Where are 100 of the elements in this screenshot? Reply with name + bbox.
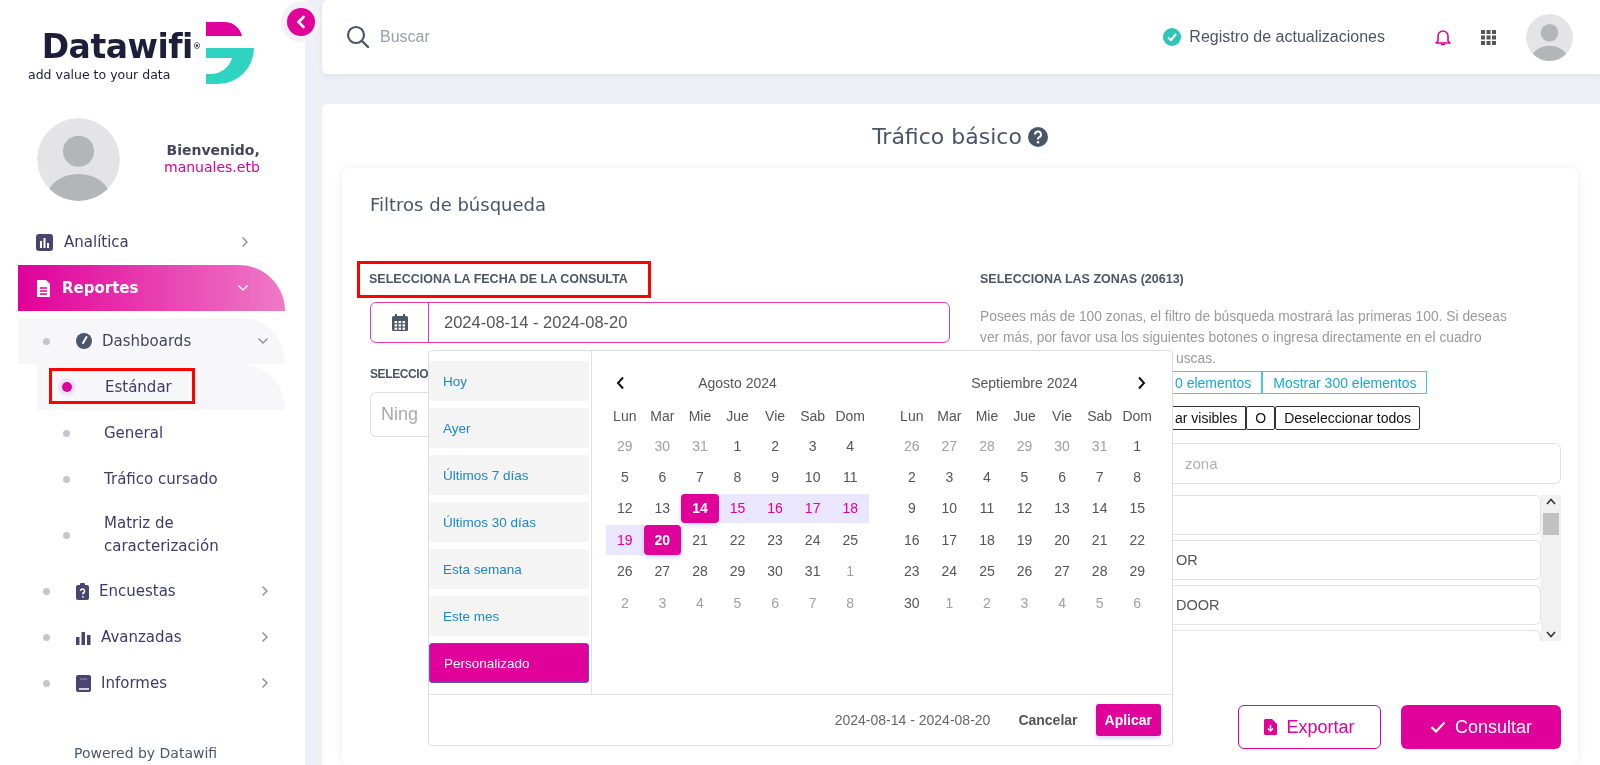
calendar-day[interactable]: 20 bbox=[1043, 525, 1081, 555]
calendar-day[interactable]: 27 bbox=[1043, 556, 1081, 586]
calendar-day[interactable]: 14 bbox=[1080, 493, 1119, 524]
calendar-day[interactable]: 21 bbox=[681, 525, 719, 555]
calendar-day[interactable]: 14 bbox=[681, 493, 719, 524]
range-option[interactable]: Ayer bbox=[429, 408, 589, 448]
calendar-day[interactable]: 4 bbox=[831, 431, 869, 461]
calendar-day[interactable]: 22 bbox=[718, 525, 757, 555]
nav-item[interactable]: Tráfico cursado bbox=[37, 456, 285, 502]
calendar-day[interactable]: 4 bbox=[968, 462, 1006, 492]
range-option[interactable]: Personalizado bbox=[429, 643, 589, 683]
nav-item[interactable]: Analítica bbox=[18, 219, 285, 265]
calendar-day[interactable]: 10 bbox=[930, 493, 969, 524]
calendar-day[interactable]: 19 bbox=[1005, 525, 1044, 555]
nav-item[interactable]: Matriz de caracterización bbox=[37, 502, 285, 568]
nav-item[interactable]: General bbox=[37, 410, 285, 456]
calendar-day[interactable]: 17 bbox=[793, 493, 832, 524]
calendar-day[interactable]: 15 bbox=[1118, 493, 1156, 524]
calendar-day[interactable]: 2 bbox=[893, 462, 931, 492]
calendar-day[interactable]: 13 bbox=[643, 493, 682, 524]
nav-item[interactable]: Encuestas bbox=[18, 568, 285, 614]
calendar-day[interactable]: 1 bbox=[1118, 431, 1156, 461]
calendar-day[interactable]: 24 bbox=[793, 525, 832, 555]
calendar-day[interactable]: 7 bbox=[1080, 462, 1119, 492]
export-button[interactable]: Exportar bbox=[1238, 705, 1381, 749]
select-field[interactable]: Ning bbox=[370, 392, 428, 437]
calendar-day[interactable]: 9 bbox=[893, 493, 931, 524]
calendar-day[interactable]: 3 bbox=[930, 462, 969, 492]
apps-grid-icon[interactable] bbox=[1481, 29, 1496, 45]
calendar-day[interactable]: 8 bbox=[1118, 462, 1156, 492]
calendar-day[interactable]: 23 bbox=[756, 525, 794, 555]
calendar-day[interactable]: 16 bbox=[756, 493, 794, 524]
calendar-day[interactable]: 28 bbox=[1080, 556, 1119, 586]
calendar-day[interactable]: 20 bbox=[643, 525, 682, 555]
calendar-day[interactable]: 18 bbox=[968, 525, 1006, 555]
calendar-day[interactable]: 8 bbox=[718, 462, 757, 492]
calendar-day[interactable]: 24 bbox=[930, 556, 969, 586]
scrollbar[interactable] bbox=[1541, 495, 1561, 641]
apply-button[interactable]: Aplicar bbox=[1095, 704, 1161, 736]
selection-button[interactable]: ar visibles bbox=[1173, 406, 1247, 430]
calendar-day[interactable]: 3 bbox=[793, 431, 832, 461]
help-icon[interactable] bbox=[1027, 126, 1048, 147]
calendar-day[interactable]: 31 bbox=[793, 556, 832, 586]
calendar-day[interactable]: 12 bbox=[606, 493, 644, 524]
calendar-day[interactable]: 10 bbox=[793, 462, 832, 492]
calendar-day[interactable]: 12 bbox=[1005, 493, 1044, 524]
submit-button[interactable]: Consultar bbox=[1401, 705, 1561, 749]
nav-item[interactable]: Reportes bbox=[18, 265, 285, 311]
calendar-day[interactable]: 5 bbox=[606, 462, 644, 492]
calendar-day[interactable]: 27 bbox=[643, 556, 682, 586]
zone-search-field[interactable]: zona bbox=[1173, 443, 1561, 484]
zone-item[interactable]: DOOR bbox=[1173, 585, 1541, 625]
range-option[interactable]: Este mes bbox=[429, 596, 589, 636]
selection-button[interactable]: O bbox=[1246, 406, 1276, 430]
date-range-field[interactable]: 2024-08-14 - 2024-08-20 bbox=[370, 302, 950, 343]
calendar-day[interactable]: 26 bbox=[1005, 556, 1044, 586]
calendar-day[interactable]: 6 bbox=[643, 462, 682, 492]
nav-item[interactable]: Avanzadas bbox=[18, 614, 285, 660]
cancel-button[interactable]: Cancelar bbox=[1018, 712, 1078, 728]
calendar-day[interactable]: 11 bbox=[831, 462, 869, 492]
calendar-day[interactable]: 29 bbox=[718, 556, 757, 586]
scroll-thumb[interactable] bbox=[1543, 513, 1559, 535]
notification-icon[interactable] bbox=[1435, 28, 1451, 46]
nav-item[interactable]: Dashboards bbox=[18, 318, 285, 364]
calendar-day[interactable]: 21 bbox=[1080, 525, 1119, 555]
previous-month-icon[interactable] bbox=[616, 376, 625, 390]
calendar-day[interactable]: 17 bbox=[930, 525, 969, 555]
calendar-day[interactable]: 19 bbox=[606, 525, 644, 555]
nav-item[interactable]: Informes bbox=[18, 660, 285, 706]
calendar-day[interactable]: 28 bbox=[681, 556, 719, 586]
calendar-day[interactable]: 9 bbox=[756, 462, 794, 492]
calendar-day[interactable]: 1 bbox=[718, 431, 757, 461]
calendar-day[interactable]: 30 bbox=[893, 587, 931, 618]
calendar-day[interactable]: 16 bbox=[893, 525, 931, 555]
calendar-day[interactable]: 30 bbox=[756, 556, 794, 586]
calendar-day[interactable]: 22 bbox=[1118, 525, 1156, 555]
nav-item[interactable]: Estándar bbox=[37, 364, 285, 410]
next-month-icon[interactable] bbox=[1137, 376, 1146, 390]
calendar-day[interactable]: 25 bbox=[968, 556, 1006, 586]
range-option[interactable]: Últimos 30 días bbox=[429, 502, 589, 542]
scroll-down-icon[interactable] bbox=[1546, 631, 1556, 638]
calendar-day[interactable]: 18 bbox=[831, 493, 869, 524]
calendar-day[interactable]: 7 bbox=[681, 462, 719, 492]
calendar-day[interactable]: 15 bbox=[718, 493, 757, 524]
calendar-day[interactable]: 23 bbox=[893, 556, 931, 586]
range-option[interactable]: Últimos 7 días bbox=[429, 455, 589, 495]
calendar-day[interactable]: 13 bbox=[1043, 493, 1081, 524]
range-option[interactable]: Hoy bbox=[429, 361, 589, 401]
selection-button[interactable]: Deseleccionar todos bbox=[1275, 406, 1420, 430]
calendar-day[interactable]: 29 bbox=[1118, 556, 1156, 586]
zone-item[interactable]: OR bbox=[1173, 540, 1541, 580]
range-option[interactable]: Esta semana bbox=[429, 549, 589, 589]
updates-link[interactable]: Registro de actualizaciones bbox=[1163, 28, 1385, 46]
calendar-day[interactable]: 11 bbox=[968, 493, 1006, 524]
scroll-up-icon[interactable] bbox=[1546, 498, 1556, 505]
calendar-day[interactable]: 6 bbox=[1043, 462, 1081, 492]
calendar-day[interactable]: 26 bbox=[606, 556, 644, 586]
calendar-day[interactable]: 5 bbox=[1005, 462, 1044, 492]
calendar-day[interactable]: 25 bbox=[831, 525, 869, 555]
calendar-day[interactable]: 2 bbox=[756, 431, 794, 461]
